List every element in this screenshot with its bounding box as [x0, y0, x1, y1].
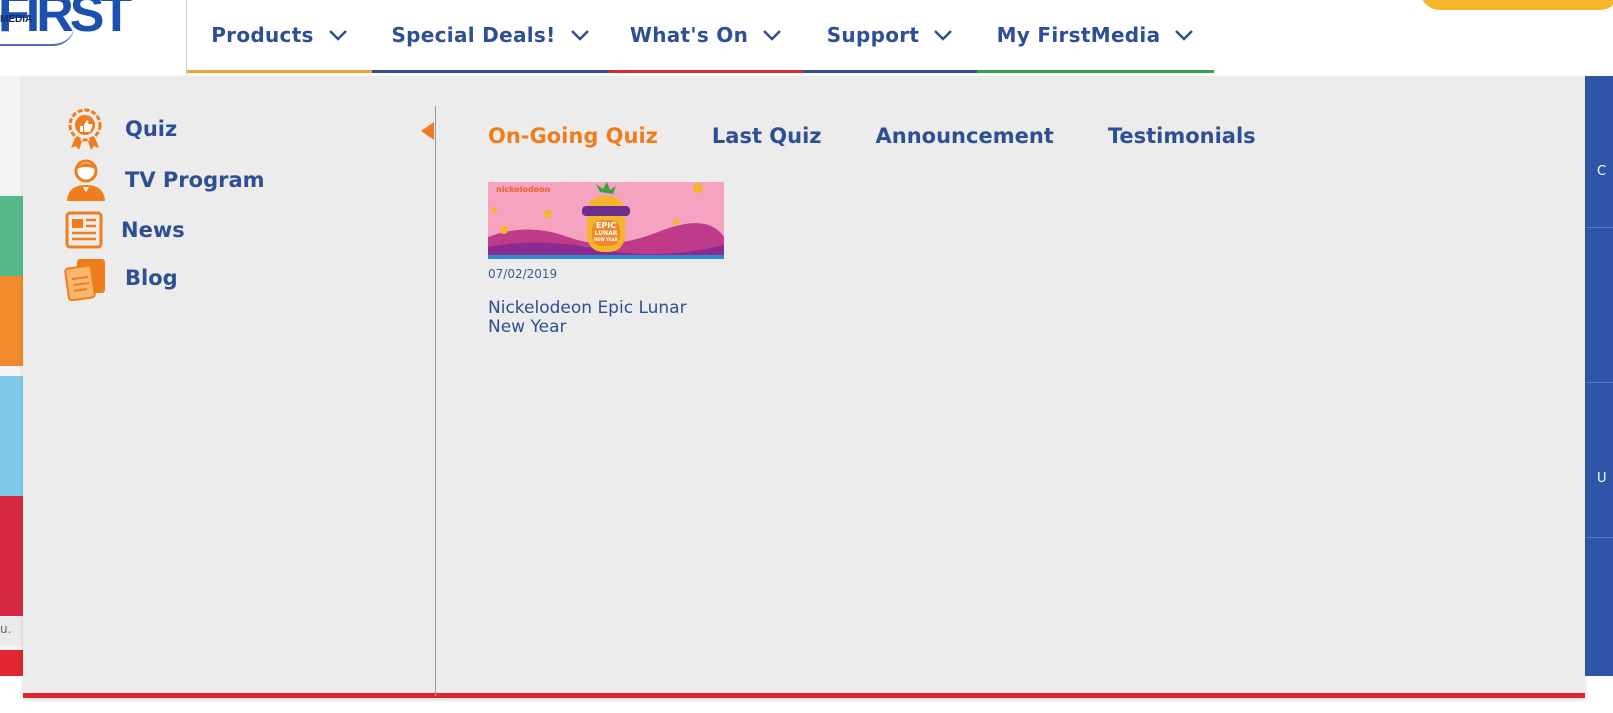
thumbnail-badge: EPIC LUNAR NEW YEAR	[592, 221, 620, 243]
brand-logo[interactable]: FIRST MEDIA	[0, 0, 185, 76]
right-panel-button[interactable]: U	[1585, 383, 1613, 538]
bg-stripe	[0, 496, 23, 616]
corner-decoration	[1420, 0, 1613, 10]
quiz-card-thumbnail[interactable]: nickelodeon EPIC LUNAR NEW YEAR	[488, 182, 724, 259]
tab-testimonials[interactable]: Testimonials	[1108, 124, 1256, 148]
award-badge-icon	[68, 108, 102, 150]
bg-stripe	[0, 276, 23, 366]
bg-stripe	[0, 376, 23, 496]
menu-item-quiz[interactable]: Quiz	[63, 106, 177, 152]
quiz-tabs: On-Going Quiz Last Quiz Announcement Tes…	[488, 124, 1256, 148]
nav-special-deals[interactable]: Special Deals!	[372, 0, 609, 73]
nav-label: Products	[211, 23, 314, 47]
main-nav: Products Special Deals! What's On Suppor…	[187, 0, 1214, 76]
nav-label: Special Deals!	[391, 23, 556, 47]
right-side-panel: C U	[1585, 76, 1613, 676]
chevron-down-icon	[570, 30, 589, 41]
chevron-down-icon	[1175, 30, 1194, 41]
menu-item-label: TV Program	[125, 168, 265, 192]
menu-item-news[interactable]: News	[63, 207, 185, 253]
background-page-left: u.	[0, 76, 23, 676]
menu-item-label: News	[121, 218, 185, 242]
chevron-down-icon	[328, 30, 347, 41]
whats-on-mega-menu: Quiz TV Program News Blog On-Going Quiz …	[23, 76, 1585, 698]
menu-item-label: Quiz	[125, 117, 178, 141]
badge-line: NEW YEAR	[594, 237, 618, 242]
right-panel-label: C	[1597, 164, 1607, 179]
quiz-card-date: 07/02/2019	[488, 267, 558, 281]
tab-on-going-quiz[interactable]: On-Going Quiz	[488, 124, 658, 148]
nav-label: Support	[826, 23, 920, 47]
nav-products[interactable]: Products	[187, 0, 372, 73]
nav-label: What's On	[629, 23, 749, 47]
quiz-card[interactable]: nickelodeon EPIC LUNAR NEW YEAR 07/02/20…	[488, 182, 724, 337]
active-pointer-arrow	[421, 122, 434, 140]
logo-swoosh	[0, 24, 75, 46]
right-panel-button[interactable]: C	[1585, 76, 1613, 228]
right-panel-button[interactable]	[1585, 228, 1613, 383]
right-panel-label: U	[1597, 471, 1607, 486]
tab-announcement[interactable]: Announcement	[876, 124, 1054, 148]
mega-menu-divider	[435, 106, 436, 696]
thumbnail-brand: nickelodeon	[496, 185, 551, 194]
nav-my-firstmedia[interactable]: My FirstMedia	[977, 0, 1214, 73]
chevron-down-icon	[763, 30, 782, 41]
chevron-down-icon	[934, 30, 953, 41]
menu-item-blog[interactable]: Blog	[63, 255, 178, 301]
bg-caption-text: u.	[0, 622, 12, 636]
right-panel-button[interactable]	[1585, 538, 1613, 676]
menu-item-tv-program[interactable]: TV Program	[63, 157, 265, 203]
notepad-icon	[64, 259, 105, 301]
quiz-card-title[interactable]: Nickelodeon Epic Lunar New Year	[488, 299, 708, 337]
bg-red-bar	[0, 650, 23, 676]
nav-whats-on[interactable]: What's On	[609, 0, 803, 73]
person-icon	[67, 159, 105, 201]
nav-support[interactable]: Support	[803, 0, 977, 73]
tab-last-quiz[interactable]: Last Quiz	[712, 124, 822, 148]
badge-line: EPIC	[595, 221, 617, 230]
nav-label: My FirstMedia	[996, 23, 1161, 47]
newspaper-icon	[65, 211, 103, 249]
badge-line: LUNAR	[594, 230, 618, 237]
bg-caption: u.	[0, 616, 23, 646]
menu-item-label: Blog	[125, 266, 178, 290]
